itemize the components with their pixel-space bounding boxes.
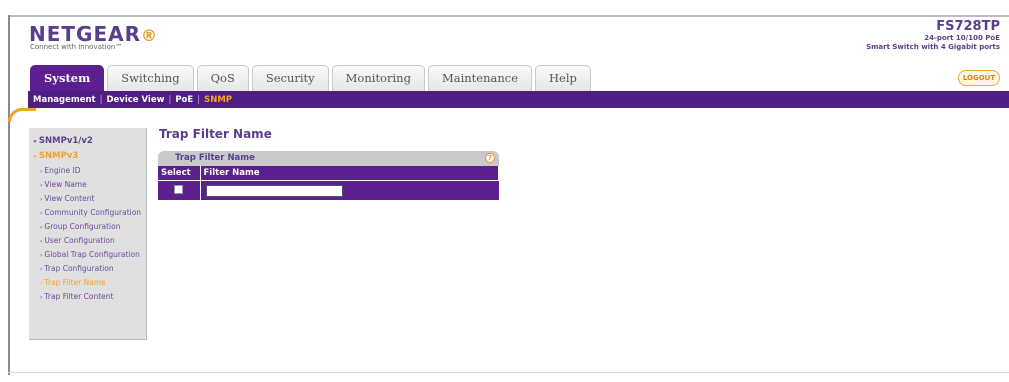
arrow-icon: ›	[40, 294, 43, 301]
sidebar-item-group-configuration[interactable]: › Group Configuration	[29, 222, 146, 233]
tab-system[interactable]: System	[30, 65, 105, 91]
arrow-icon: »	[33, 138, 37, 145]
panel-title: Trap Filter Name	[175, 153, 255, 163]
subnav-snmp[interactable]: SNMP	[204, 95, 232, 105]
sidebar-item-trap-filter-name[interactable]: › Trap Filter Name	[29, 278, 146, 289]
model-name: FS728TP	[936, 19, 1000, 34]
arrow-icon: ›	[40, 252, 43, 259]
sidebar-item-trap-filter-content[interactable]: › Trap Filter Content	[29, 292, 146, 303]
trap-filter-table: Select Filter Name	[158, 166, 499, 200]
subnav-separator: |	[99, 94, 103, 105]
arrow-icon: ›	[40, 196, 43, 203]
arrow-icon: ›	[40, 238, 43, 245]
logout-button[interactable]: LOGOUT	[958, 70, 1000, 86]
sidebar-item-user-configuration[interactable]: › User Configuration	[29, 236, 146, 247]
main-tabs: System Switching QoS Security Monitoring…	[30, 65, 594, 91]
arrow-icon: ›	[40, 266, 43, 273]
subbar-left-curve	[8, 108, 36, 122]
sub-navigation: Management | Device View | PoE | SNMP	[33, 92, 232, 107]
frame-top-border	[8, 15, 1009, 17]
model-desc-line2: Smart Switch with 4 Gigabit ports	[866, 43, 1000, 51]
subnav-management[interactable]: Management	[33, 95, 96, 105]
filter-name-cell	[200, 180, 499, 200]
panel-header: Trap Filter Name ?	[158, 151, 499, 166]
sidebar: » SNMPv1/v2 » SNMPv3 › Engine ID › View Name…	[29, 128, 147, 340]
tab-help[interactable]: Help	[535, 65, 591, 91]
table-row	[158, 180, 499, 200]
tab-monitoring[interactable]: Monitoring	[331, 65, 425, 91]
arrow-icon: ›	[40, 168, 43, 175]
table-header-row: Select Filter Name	[158, 166, 499, 180]
arrow-icon: ›	[40, 280, 43, 287]
arrow-icon: ›	[40, 224, 43, 231]
page-frame: NETGEAR® Connect with Innovation™ FS728T…	[0, 0, 1009, 382]
filter-name-input[interactable]	[205, 185, 343, 197]
column-header-filter-name: Filter Name	[200, 166, 499, 180]
tab-qos[interactable]: QoS	[196, 65, 249, 91]
bottom-divider	[8, 372, 1009, 373]
tab-maintenance[interactable]: Maintenance	[427, 65, 532, 91]
subnav-separator: |	[197, 94, 201, 105]
arrow-icon: ›	[40, 210, 43, 217]
sidebar-item-view-content[interactable]: › View Content	[29, 194, 146, 205]
sidebar-item-snmpv1-v2[interactable]: » SNMPv1/v2	[29, 136, 146, 147]
tab-switching[interactable]: Switching	[107, 65, 194, 91]
frame-left-border	[8, 15, 10, 375]
help-icon[interactable]: ?	[485, 153, 495, 163]
arrow-icon: ›	[40, 182, 43, 189]
tab-security[interactable]: Security	[251, 65, 329, 91]
trap-filter-panel: Trap Filter Name ? Select Filter Name	[158, 151, 499, 200]
subnav-device-view[interactable]: Device View	[106, 95, 164, 105]
subnav-poe[interactable]: PoE	[175, 95, 193, 105]
arrow-icon: »	[33, 153, 37, 160]
model-info: FS728TP 24-port 10/100 PoE Smart Switch …	[866, 19, 1000, 52]
subnav-separator: |	[168, 94, 172, 105]
select-cell	[158, 180, 201, 200]
model-desc-line1: 24-port 10/100 PoE	[924, 34, 1000, 42]
sidebar-item-trap-configuration[interactable]: › Trap Configuration	[29, 264, 146, 275]
sidebar-item-snmpv3[interactable]: » SNMPv3	[29, 151, 146, 162]
sidebar-item-engine-id[interactable]: › Engine ID	[29, 166, 146, 177]
select-checkbox[interactable]	[174, 184, 184, 194]
column-header-select: Select	[158, 166, 201, 180]
sidebar-item-community-configuration[interactable]: › Community Configuration	[29, 208, 146, 219]
sidebar-item-global-trap-configuration[interactable]: › Global Trap Configuration	[29, 250, 146, 261]
sidebar-item-view-name[interactable]: › View Name	[29, 180, 146, 191]
tagline: Connect with Innovation™	[30, 43, 123, 51]
page-title: Trap Filter Name	[159, 127, 272, 141]
